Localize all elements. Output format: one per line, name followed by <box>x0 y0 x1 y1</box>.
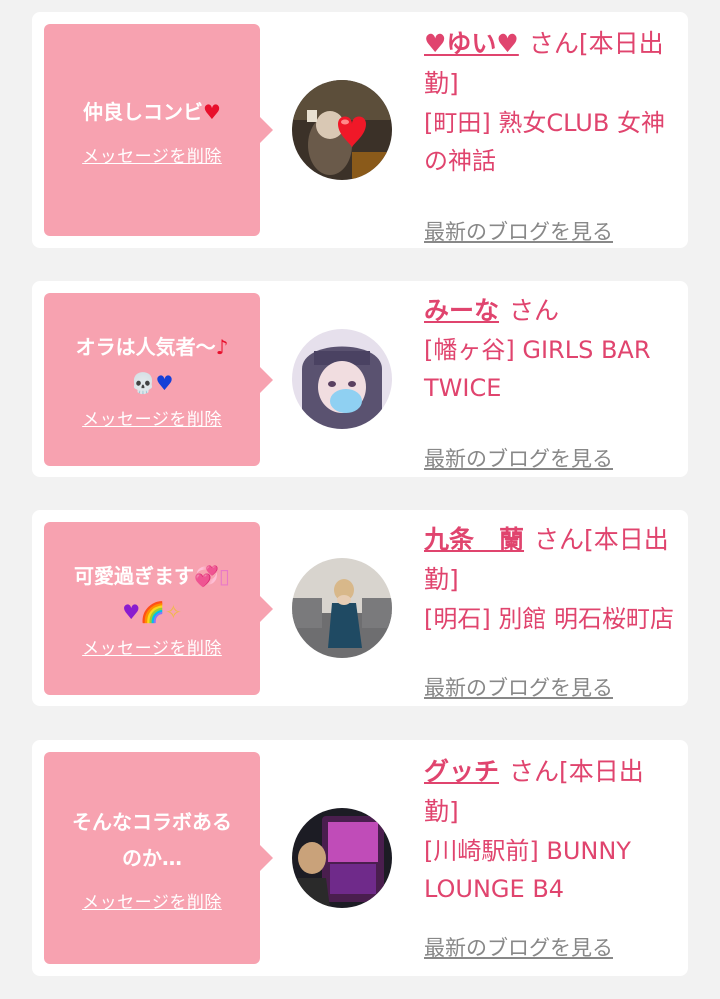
message-bubble: 仲良しコンビ♥ メッセージを削除 <box>44 24 273 236</box>
name-line: みーな さん <box>424 291 676 331</box>
message-line: のか… <box>122 845 182 870</box>
cast-info: グッチ さん[本日出勤] [川崎駅前] BUNNY LOUNGE B4 最新のブロ… <box>424 752 676 960</box>
avatar-photo <box>292 329 392 429</box>
view-blog-link[interactable]: 最新のブログを見る <box>424 216 613 246</box>
avatar-photo <box>292 80 392 180</box>
message-line: 仲良しコンビ <box>83 99 204 124</box>
cast-name-link[interactable]: グッチ <box>424 757 499 786</box>
message-line: そんなコラボある <box>72 809 232 834</box>
cast-name-link[interactable]: みーな <box>424 296 499 325</box>
list-item: オラは人気者〜♪ 💀♥ メッセージを削除 みーな さん [幡ヶ谷] GIRLS B… <box>32 281 688 477</box>
delete-message-link[interactable]: メッセージを削除 <box>82 405 222 430</box>
list-item: そんなコラボある のか… メッセージを削除 グッチ さん[本日出勤] [川崎駅前]… <box>32 740 688 976</box>
avatar[interactable] <box>292 329 392 429</box>
avatar-photo <box>292 808 392 908</box>
shop-name: [明石] 別館 明石桜町店 <box>424 605 674 633</box>
cast-info: ♥ゆい♥ さん[本日出勤] [町田] 熟女CLUB 女神の神話 最新のブログを見る <box>424 24 676 244</box>
shop-name: [町田] 熟女CLUB 女神の神話 <box>424 109 665 175</box>
message-text: そんなコラボある のか… <box>72 804 232 876</box>
message-line: オラは人気者〜 <box>75 335 216 359</box>
message-bubble: そんなコラボある のか… メッセージを削除 <box>44 752 273 964</box>
message-line: 可愛過ぎます <box>74 564 195 588</box>
message-text: オラは人気者〜♪ 💀♥ <box>76 329 229 401</box>
honorific: さん <box>534 525 585 554</box>
honorific: さん <box>528 29 579 58</box>
delete-message-link[interactable]: メッセージを削除 <box>82 888 222 913</box>
view-blog-link[interactable]: 最新のブログを見る <box>424 443 613 473</box>
delete-message-link[interactable]: メッセージを削除 <box>82 142 222 167</box>
shop-name: [川崎駅前] BUNNY LOUNGE B4 <box>424 837 631 903</box>
delete-message-link[interactable]: メッセージを削除 <box>82 634 222 659</box>
avatar[interactable] <box>292 808 392 908</box>
skull-icon: 💀 <box>130 371 156 395</box>
avatar[interactable] <box>292 80 392 180</box>
list-item: 可愛過ぎます💞▯ ♥🌈✧ メッセージを削除 九条 蘭さん[本日出勤] [明石] … <box>32 510 688 706</box>
shop-name: [幡ヶ谷] GIRLS BAR TWICE <box>424 336 651 402</box>
avatar-photo <box>292 558 392 658</box>
message-text: 仲良しコンビ♥ <box>83 94 221 130</box>
cast-name-link[interactable]: 九条 蘭 <box>424 525 524 554</box>
heart-icon: ♥ <box>203 99 221 124</box>
list-item: 仲良しコンビ♥ メッセージを削除 ♥ゆい♥ さん[本日出勤] [町田] 熟女CLU… <box>32 12 688 248</box>
cast-info: 九条 蘭さん[本日出勤] [明石] 別館 明石桜町店 最新のブログを見る <box>424 520 676 700</box>
name-line: グッチ さん[本日出勤] <box>424 752 676 832</box>
heart-icon: ♥ <box>155 371 174 395</box>
view-blog-link[interactable]: 最新のブログを見る <box>424 932 613 962</box>
hearts-icon: 💞▯ <box>194 564 230 588</box>
sparkles-icon: ✧ <box>165 600 182 624</box>
view-blog-link[interactable]: 最新のブログを見る <box>424 672 613 702</box>
cast-info: みーな さん [幡ヶ谷] GIRLS BAR TWICE 最新のブログを見る <box>424 291 676 471</box>
name-line: ♥ゆい♥ さん[本日出勤] <box>424 24 676 104</box>
honorific: さん <box>509 757 560 786</box>
message-bubble: オラは人気者〜♪ 💀♥ メッセージを削除 <box>44 293 273 466</box>
message-bubble: 可愛過ぎます💞▯ ♥🌈✧ メッセージを削除 <box>44 522 273 695</box>
avatar[interactable] <box>292 558 392 658</box>
message-text: 可愛過ぎます💞▯ ♥🌈✧ <box>74 558 230 630</box>
honorific: さん <box>509 296 560 325</box>
music-note-icon: ♪ <box>215 335 229 359</box>
heart-rainbow-icon: ♥🌈 <box>122 600 166 624</box>
cast-name-link[interactable]: ♥ゆい♥ <box>424 29 519 58</box>
name-line: 九条 蘭さん[本日出勤] <box>424 520 676 600</box>
